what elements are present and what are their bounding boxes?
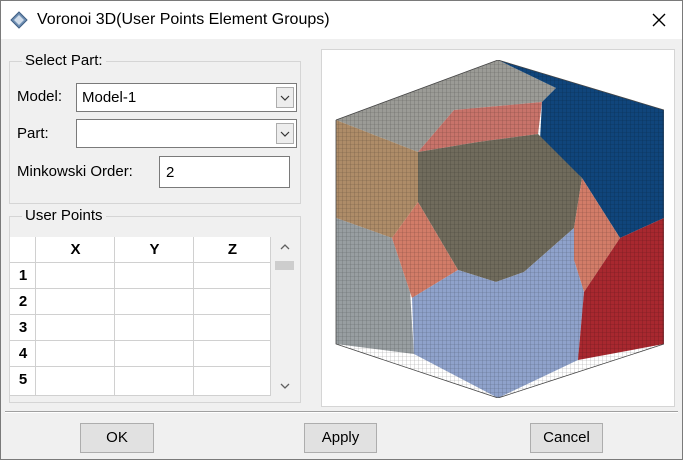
table-cell[interactable] [115,289,194,315]
scroll-thumb[interactable] [275,261,294,270]
table-cell[interactable] [36,289,115,315]
chevron-up-icon [280,244,289,250]
table-cell[interactable] [194,315,271,341]
table-cell[interactable] [115,341,194,367]
user-points-table[interactable]: X Y Z 1 2 3 4 5 [10,237,271,396]
part-label: Part: [17,125,49,142]
user-points-title: User Points [22,207,106,225]
row-number: 3 [18,319,28,336]
column-label-z: Z [227,241,238,258]
table-cell[interactable] [36,367,115,396]
part-combobox[interactable] [76,119,297,148]
window-title: Voronoi 3D(User Points Element Groups) [37,11,330,28]
row-number: 1 [18,267,28,284]
scroll-up-button[interactable] [272,237,297,257]
preview-viewport [321,49,675,407]
row-number: 2 [18,293,28,310]
chevron-down-icon[interactable] [276,123,294,144]
column-label-y: Y [149,241,160,258]
button-separator [5,411,678,413]
ok-button[interactable]: OK [80,423,154,453]
minkowski-order-input[interactable] [160,157,289,187]
chevron-down-icon[interactable] [276,87,294,108]
scroll-down-button[interactable] [272,376,297,396]
table-corner [10,237,36,263]
table-cell[interactable] [115,367,194,396]
table-scrollbar[interactable] [272,237,297,396]
table-cell[interactable] [115,263,194,289]
close-icon [652,13,666,27]
apply-button[interactable]: Apply [304,423,377,453]
model-combobox[interactable]: Model-1 [76,83,297,112]
select-part-title: Select Part: [22,52,106,70]
close-button[interactable] [636,1,682,39]
table-cell[interactable] [115,315,194,341]
table-cell[interactable] [36,263,115,289]
table-cell[interactable] [194,289,271,315]
table-cell[interactable] [194,341,271,367]
voronoi-mesh-cube [335,60,664,398]
minkowski-order-field[interactable] [159,156,290,188]
row-number: 4 [18,345,28,362]
model-label: Model: [17,88,63,105]
minkowski-order-label: Minkowski Order: [17,163,133,180]
table-cell[interactable] [194,367,271,396]
table-cell[interactable] [194,263,271,289]
column-label-x: X [70,241,81,258]
cancel-button[interactable]: Cancel [530,423,603,453]
chevron-down-icon [280,383,289,389]
abaqus-plugin-icon [10,11,28,29]
title-bar[interactable]: Voronoi 3D(User Points Element Groups) [1,1,682,39]
model-value: Model-1 [82,89,137,106]
table-cell[interactable] [36,315,115,341]
row-number: 5 [18,371,28,388]
dialog-window: Voronoi 3D(User Points Element Groups) S… [0,0,683,460]
table-cell[interactable] [36,341,115,367]
